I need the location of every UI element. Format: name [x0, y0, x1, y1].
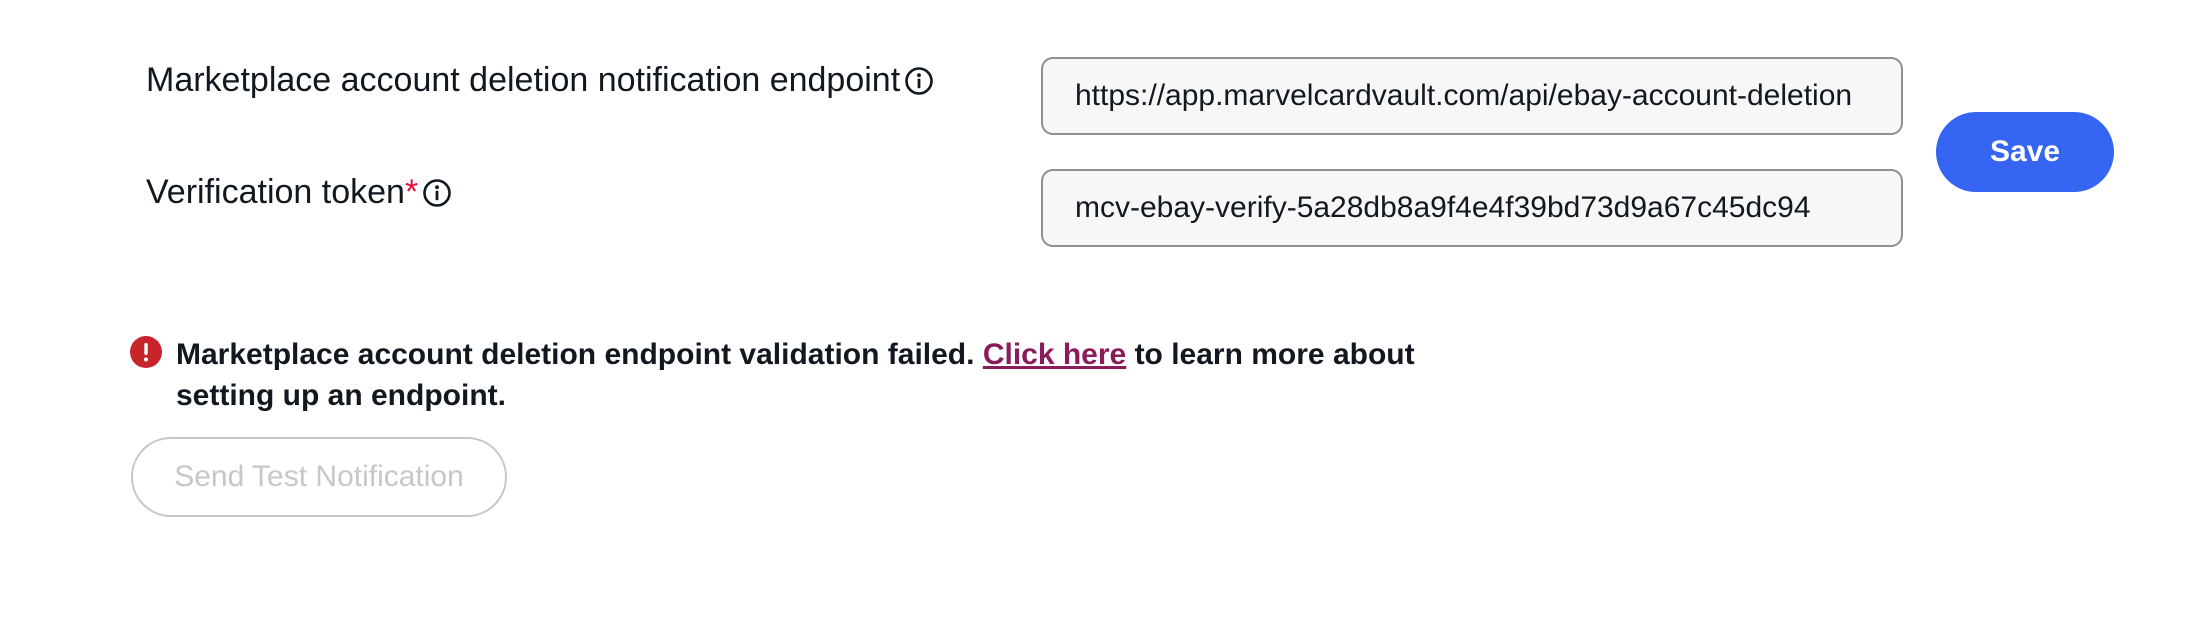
validation-error-alert: Marketplace account deletion endpoint va… — [130, 334, 1430, 416]
token-label: Verification token — [146, 173, 405, 211]
alert-circle-icon — [130, 336, 162, 368]
info-icon[interactable] — [904, 65, 934, 95]
required-asterisk: * — [404, 173, 419, 211]
save-button[interactable]: Save — [1936, 112, 2114, 192]
send-test-notification-button[interactable]: Send Test Notification — [131, 437, 507, 517]
learn-more-link[interactable]: Click here — [983, 338, 1126, 371]
endpoint-label: Marketplace account deletion notificatio… — [146, 61, 901, 99]
endpoint-url-input[interactable] — [1041, 57, 1903, 135]
endpoint-label-row: Marketplace account deletion notificatio… — [146, 60, 934, 100]
alert-message: Marketplace account deletion endpoint va… — [176, 334, 1430, 416]
info-icon[interactable] — [422, 177, 452, 207]
token-label-row: Verification token * — [146, 172, 452, 212]
alert-message-start: Marketplace account deletion endpoint va… — [176, 338, 983, 371]
verification-token-input[interactable] — [1041, 169, 1903, 247]
